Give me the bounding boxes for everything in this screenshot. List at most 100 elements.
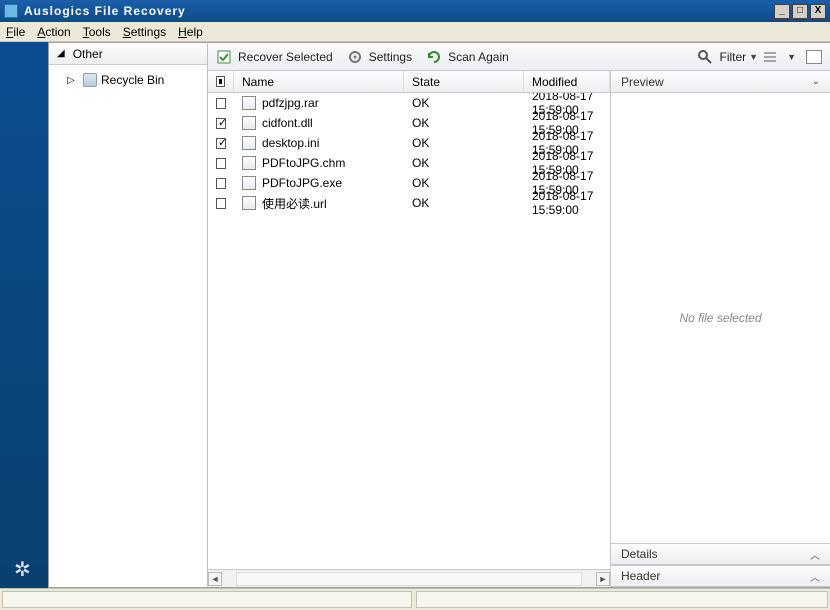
filter-label: Filter bbox=[719, 50, 746, 64]
details-panel-header[interactable]: Details ︿ bbox=[611, 543, 830, 565]
menu-file[interactable]: File bbox=[6, 25, 25, 39]
tree-header[interactable]: ◢ Other bbox=[49, 43, 207, 65]
scan-label: Scan Again bbox=[448, 50, 509, 64]
gear-icon[interactable]: ✲ bbox=[14, 557, 31, 582]
preview-body: No file selected bbox=[611, 93, 830, 543]
scan-again-button[interactable]: Scan Again bbox=[426, 49, 509, 65]
row-checkbox-cell[interactable] bbox=[208, 118, 234, 129]
settings-label: Settings bbox=[369, 50, 412, 64]
tree-item-recycle-bin[interactable]: ▷ Recycle Bin bbox=[55, 71, 201, 89]
chevron-down-icon: ▼ bbox=[749, 52, 758, 62]
header-header-label: Header bbox=[621, 569, 660, 583]
file-name: PDFtoJPG.chm bbox=[262, 156, 345, 170]
menu-action[interactable]: Action bbox=[37, 25, 70, 39]
row-checkbox-cell[interactable] bbox=[208, 158, 234, 169]
row-checkbox-cell[interactable] bbox=[208, 198, 234, 209]
filter-button[interactable]: Filter ▼ bbox=[697, 49, 758, 65]
row-name-cell: desktop.ini bbox=[234, 136, 404, 150]
refresh-icon bbox=[426, 49, 442, 65]
right-pane: Preview ⌄ No file selected Details ︿ Hea… bbox=[610, 71, 830, 587]
header-modified-label: Modified bbox=[532, 75, 577, 89]
row-state-cell: OK bbox=[404, 196, 524, 210]
row-name-cell: PDFtoJPG.chm bbox=[234, 156, 404, 170]
menu-tools[interactable]: Tools bbox=[83, 25, 111, 39]
row-state-cell: OK bbox=[404, 136, 524, 150]
preview-placeholder: No file selected bbox=[679, 311, 761, 325]
chevron-down-icon: ▼ bbox=[787, 52, 796, 62]
row-name-cell: 使用必读.url bbox=[234, 195, 404, 212]
header-checkbox-icon bbox=[216, 76, 225, 87]
checkbox-icon bbox=[216, 98, 226, 109]
split-h: Name State Modified pdfzjpg.rarOK2018-08… bbox=[208, 71, 830, 587]
details-header-label: Details bbox=[621, 547, 658, 561]
file-icon bbox=[242, 196, 256, 210]
row-name-cell: PDFtoJPG.exe bbox=[234, 176, 404, 190]
file-icon bbox=[242, 156, 256, 170]
maximize-button[interactable]: □ bbox=[792, 4, 808, 19]
view-mode-button[interactable]: ▼ bbox=[762, 49, 796, 65]
chevron-up-icon: ︿ bbox=[810, 569, 820, 584]
recover-icon bbox=[216, 49, 232, 65]
status-bar bbox=[0, 588, 830, 610]
header-name-label: Name bbox=[242, 75, 274, 89]
row-checkbox-cell[interactable] bbox=[208, 138, 234, 149]
menu-bar: File Action Tools Settings Help bbox=[0, 22, 830, 42]
settings-icon bbox=[347, 49, 363, 65]
row-name-cell: pdfzjpg.rar bbox=[234, 96, 404, 110]
checkbox-icon bbox=[216, 158, 226, 169]
header-name[interactable]: Name bbox=[234, 71, 404, 92]
recover-label: Recover Selected bbox=[238, 50, 333, 64]
menu-help[interactable]: Help bbox=[178, 25, 203, 39]
minimize-button[interactable]: _ bbox=[774, 4, 790, 19]
app-icon bbox=[4, 4, 18, 18]
row-modified-cell: 2018-08-17 15:59:00 bbox=[524, 189, 610, 217]
preview-header-label: Preview bbox=[621, 75, 664, 89]
preview-panel-header[interactable]: Preview ⌄ bbox=[611, 71, 830, 93]
file-name: 使用必读.url bbox=[262, 195, 327, 212]
preview-toggle-button[interactable] bbox=[806, 50, 822, 64]
file-name: PDFtoJPG.exe bbox=[262, 176, 342, 190]
column-headers: Name State Modified bbox=[208, 71, 610, 93]
scroll-right-icon[interactable]: ► bbox=[596, 572, 610, 586]
tree-body: ▷ Recycle Bin bbox=[49, 65, 207, 95]
recover-selected-button[interactable]: Recover Selected bbox=[216, 49, 333, 65]
checkbox-icon bbox=[216, 118, 226, 129]
file-rows: pdfzjpg.rarOK2018-08-17 15:59:00cidfont.… bbox=[208, 93, 610, 569]
file-name: pdfzjpg.rar bbox=[262, 96, 319, 110]
chevron-up-icon: ︿ bbox=[810, 547, 820, 562]
menu-settings[interactable]: Settings bbox=[123, 25, 166, 39]
status-cell-right bbox=[416, 591, 828, 608]
row-state-cell: OK bbox=[404, 176, 524, 190]
header-state-label: State bbox=[412, 75, 440, 89]
row-name-cell: cidfont.dll bbox=[234, 116, 404, 130]
list-view-icon bbox=[762, 49, 778, 65]
header-modified[interactable]: Modified bbox=[524, 71, 610, 92]
chevron-down-icon: ⌄ bbox=[812, 76, 820, 87]
header-panel-header[interactable]: Header ︿ bbox=[611, 565, 830, 587]
scroll-left-icon[interactable]: ◄ bbox=[208, 572, 222, 586]
checkbox-icon bbox=[216, 198, 226, 209]
row-state-cell: OK bbox=[404, 116, 524, 130]
title-bar: Auslogics File Recovery _ □ X bbox=[0, 0, 830, 22]
horizontal-scrollbar[interactable]: ◄ ► bbox=[208, 569, 610, 587]
file-icon bbox=[242, 116, 256, 130]
left-strip: ✲ bbox=[0, 42, 48, 588]
row-checkbox-cell[interactable] bbox=[208, 98, 234, 109]
checkbox-icon bbox=[216, 178, 226, 189]
tree-pane: ◢ Other ▷ Recycle Bin bbox=[48, 42, 208, 588]
file-icon bbox=[242, 136, 256, 150]
header-state[interactable]: State bbox=[404, 71, 524, 92]
tree-item-label: Recycle Bin bbox=[101, 73, 164, 87]
file-name: cidfont.dll bbox=[262, 116, 313, 130]
file-icon bbox=[242, 96, 256, 110]
row-checkbox-cell[interactable] bbox=[208, 178, 234, 189]
row-state-cell: OK bbox=[404, 96, 524, 110]
settings-button[interactable]: Settings bbox=[347, 49, 412, 65]
magnifier-icon bbox=[697, 49, 713, 65]
header-checkbox-col[interactable] bbox=[208, 71, 234, 92]
scroll-track[interactable] bbox=[236, 572, 582, 586]
table-row[interactable]: 使用必读.urlOK2018-08-17 15:59:00 bbox=[208, 193, 610, 213]
tree-header-label: Other bbox=[73, 47, 103, 61]
close-button[interactable]: X bbox=[810, 4, 826, 19]
window-controls: _ □ X bbox=[774, 4, 826, 19]
